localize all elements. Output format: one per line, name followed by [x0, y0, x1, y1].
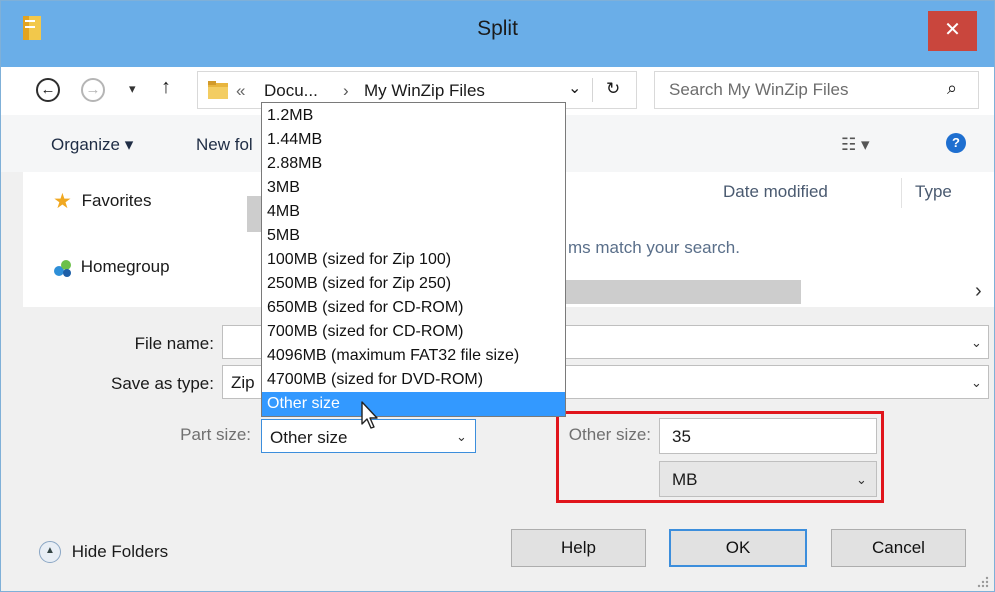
breadcrumb-separator-icon: ›	[343, 81, 349, 100]
scroll-right-icon[interactable]: ›	[975, 280, 982, 303]
title-bar[interactable]: Split ✕	[1, 1, 994, 67]
other-size-input[interactable]: 35	[659, 418, 877, 454]
file-name-label: File name:	[134, 334, 214, 353]
refresh-icon[interactable]: ↻	[606, 79, 620, 99]
nav-item-homegroup-label: Homegroup	[80, 257, 170, 276]
search-input[interactable]: Search My WinZip Files	[669, 80, 848, 100]
nav-item-homegroup[interactable]: Homegroup	[53, 257, 170, 278]
help-button[interactable]: Help	[511, 529, 646, 567]
column-divider[interactable]	[901, 178, 902, 208]
search-icon[interactable]: ⌕	[947, 78, 957, 99]
search-box[interactable]: Search My WinZip Files ⌕	[654, 71, 979, 109]
chevron-up-icon: ▲	[39, 541, 61, 563]
nav-item-favorites-label: Favorites	[81, 191, 152, 210]
part-size-option[interactable]: 1.2MB	[262, 104, 565, 128]
part-size-option[interactable]: 700MB (sized for CD-ROM)	[262, 320, 565, 344]
new-folder-button[interactable]: New fol	[196, 135, 253, 155]
part-size-dropdown-list[interactable]: 1.2MB 1.44MB 2.88MB 3MB 4MB 5MB 100MB (s…	[261, 102, 566, 417]
forward-button[interactable]: →	[81, 78, 105, 102]
recent-locations-button[interactable]: ▾	[129, 81, 136, 97]
up-arrow-icon: ↑	[161, 76, 171, 98]
part-size-value: Other size	[270, 428, 348, 447]
empty-results-message: ms match your search.	[568, 238, 740, 257]
part-size-dropdown-icon[interactable]: ⌄	[456, 429, 467, 445]
nav-item-favorites[interactable]: ★ Favorites	[53, 189, 151, 214]
ok-button[interactable]: OK	[669, 529, 807, 567]
part-size-option[interactable]: 4096MB (maximum FAT32 file size)	[262, 344, 565, 368]
breadcrumb-my-winzip-files[interactable]: My WinZip Files	[364, 81, 485, 101]
split-dialog: Split ✕ ← → ▾ ↑ « Docu... › My WinZip Fi…	[0, 0, 995, 592]
save-as-type-dropdown-icon[interactable]: ⌄	[971, 375, 982, 391]
resize-grip-icon[interactable]	[976, 575, 990, 589]
folder-icon	[208, 81, 228, 99]
save-as-type-label: Save as type:	[110, 374, 214, 393]
forward-arrow-icon: →	[85, 81, 101, 98]
part-size-option[interactable]: 650MB (sized for CD-ROM)	[262, 296, 565, 320]
part-size-option[interactable]: 2.88MB	[262, 152, 565, 176]
cancel-button[interactable]: Cancel	[831, 529, 966, 567]
part-size-option[interactable]: 250MB (sized for Zip 250)	[262, 272, 565, 296]
back-button[interactable]: ←	[36, 78, 60, 102]
part-size-option[interactable]: 5MB	[262, 224, 565, 248]
back-arrow-icon: ←	[40, 81, 56, 98]
column-header-type[interactable]: Type	[915, 182, 952, 202]
navigation-pane: ★ Favorites Homegroup	[23, 172, 263, 307]
other-size-value: 35	[672, 427, 691, 446]
star-icon: ★	[53, 190, 72, 213]
close-icon: ✕	[944, 19, 961, 41]
address-divider	[592, 78, 593, 102]
overflow-chevron-icon[interactable]: «	[236, 81, 245, 101]
part-size-option[interactable]: 1.44MB	[262, 128, 565, 152]
column-header-date-modified[interactable]: Date modified	[723, 182, 828, 202]
part-size-option[interactable]: 4MB	[262, 200, 565, 224]
part-size-option[interactable]: 100MB (sized for Zip 100)	[262, 248, 565, 272]
hide-folders-button[interactable]: ▲ Hide Folders	[39, 541, 168, 563]
hide-folders-label: Hide Folders	[71, 542, 169, 561]
size-unit-value: MB	[672, 470, 698, 489]
chevron-down-icon: ▾	[129, 81, 136, 96]
change-view-icon[interactable]: ☷ ▾	[841, 135, 870, 155]
up-button[interactable]: ↑	[161, 76, 171, 99]
help-icon[interactable]: ?	[946, 133, 966, 153]
breadcrumb-documents[interactable]: Docu...	[264, 81, 318, 101]
window-title: Split	[477, 17, 518, 40]
save-as-type-value: Zip	[231, 373, 255, 392]
address-dropdown-icon[interactable]: ⌄	[568, 78, 581, 98]
part-size-option[interactable]: 4700MB (sized for DVD-ROM)	[262, 368, 565, 392]
organize-button[interactable]: Organize ▾	[51, 135, 133, 155]
file-name-dropdown-icon[interactable]: ⌄	[971, 335, 982, 351]
horizontal-scrollbar-thumb[interactable]	[563, 280, 801, 304]
other-size-label: Other size:	[568, 425, 651, 444]
size-unit-select[interactable]: MB ⌄	[659, 461, 877, 497]
mouse-cursor-icon	[361, 401, 378, 429]
close-button[interactable]: ✕	[928, 11, 977, 51]
navpane-scrollbar[interactable]	[247, 196, 261, 232]
part-size-option[interactable]: 3MB	[262, 176, 565, 200]
part-size-label: Part size:	[180, 425, 251, 444]
homegroup-icon	[54, 259, 71, 277]
part-size-option-selected[interactable]: Other size	[262, 392, 565, 416]
size-unit-dropdown-icon[interactable]: ⌄	[856, 472, 867, 488]
